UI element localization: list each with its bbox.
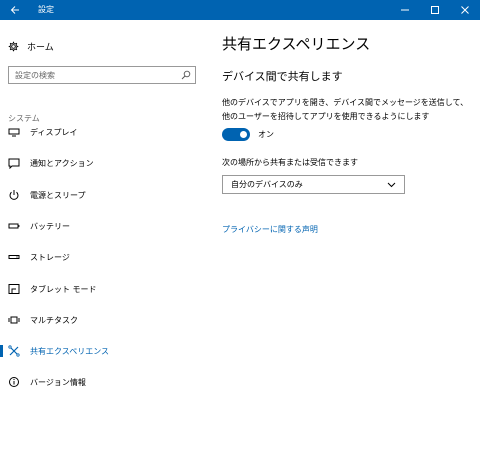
sidebar-item-label: バージョン情報 — [30, 377, 86, 387]
sidebar-item-about[interactable]: バージョン情報 — [0, 373, 210, 391]
receive-from-dropdown[interactable]: 自分のデバイスのみ — [222, 175, 405, 194]
sidebar-item-battery[interactable]: バッテリー — [0, 217, 210, 235]
back-button[interactable] — [0, 0, 30, 20]
sidebar-item-label: 通知とアクション — [30, 158, 94, 168]
description-text: 他のデバイスでアプリを開き、デバイス間でメッセージを送信して、他のユーザーを招待… — [222, 98, 469, 121]
sidebar-item-storage[interactable]: ストレージ — [0, 248, 210, 266]
share-toggle-switch[interactable] — [222, 128, 250, 141]
search-box[interactable] — [8, 66, 196, 84]
maximize-button[interactable] — [420, 0, 450, 20]
tablet-mode-icon — [8, 283, 20, 295]
power-icon — [8, 189, 20, 201]
sidebar-item-label: 電源とスリープ — [30, 190, 86, 200]
page-title: 共有エクスペリエンス — [222, 35, 371, 53]
sidebar-item-label: ストレージ — [30, 252, 70, 262]
privacy-statement-link[interactable]: プライバシーに関する声明 — [222, 224, 318, 235]
search-icon — [181, 70, 191, 80]
minimize-icon — [401, 9, 409, 11]
home-nav-item[interactable]: ホーム — [8, 38, 54, 54]
sidebar-item-multitask[interactable]: マルチタスク — [0, 311, 210, 329]
close-icon — [461, 6, 469, 14]
maximize-icon — [431, 6, 439, 14]
toggle-state-label: オン — [258, 130, 274, 139]
section-heading: デバイス間で共有します — [222, 70, 343, 83]
sidebar-item-display[interactable]: ディスプレイ — [0, 123, 210, 141]
search-input[interactable] — [9, 67, 175, 83]
display-icon — [8, 126, 20, 138]
sidebar-item-power[interactable]: 電源とスリープ — [0, 186, 210, 204]
sidebar-item-label: マルチタスク — [30, 315, 78, 325]
receive-from-label: 次の場所から共有または受信できます — [222, 158, 358, 167]
window-title: 設定 — [38, 5, 54, 14]
sidebar-item-label: 共有エクスペリエンス — [30, 346, 110, 356]
chevron-down-icon — [387, 182, 396, 188]
sidebar-item-notifications[interactable]: 通知とアクション — [0, 154, 210, 172]
title-bar: 設定 — [0, 0, 480, 20]
dropdown-value: 自分のデバイスのみ — [231, 180, 303, 189]
shared-experience-icon — [8, 345, 20, 357]
sidebar-item-label: タブレット モード — [30, 284, 97, 294]
info-icon — [8, 376, 20, 388]
home-label: ホーム — [27, 42, 54, 53]
multitask-icon — [8, 314, 20, 326]
minimize-button[interactable] — [390, 0, 420, 20]
storage-icon — [8, 251, 20, 263]
notification-icon — [8, 157, 20, 169]
sidebar-item-shared-experiences[interactable]: 共有エクスペリエンス — [0, 342, 210, 360]
sidebar-item-label: ディスプレイ — [30, 127, 78, 137]
close-button[interactable] — [450, 0, 480, 20]
gear-icon — [8, 41, 19, 51]
back-arrow-icon — [10, 6, 19, 14]
sidebar-item-label: バッテリー — [30, 221, 70, 231]
sidebar-item-tablet-mode[interactable]: タブレット モード — [0, 280, 210, 298]
battery-icon — [8, 220, 20, 232]
